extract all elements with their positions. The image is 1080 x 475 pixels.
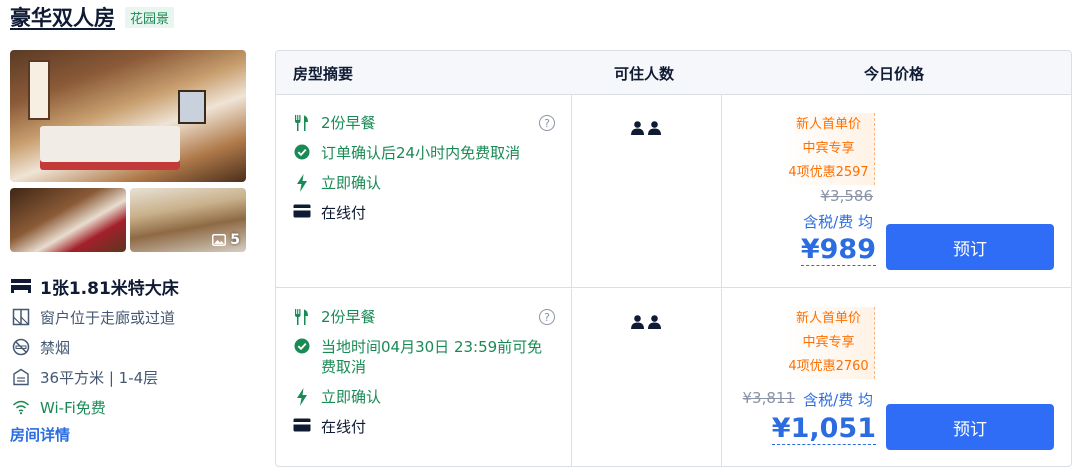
smoking-info: 禁烟	[10, 332, 250, 362]
table-row: 2份早餐 ? 订单确认后24小时内免费取消 立即确认 在线付 新人首单价 中宾专…	[276, 95, 1071, 288]
help-icon[interactable]: ?	[539, 309, 555, 325]
rate-summary: 2份早餐 ? 订单确认后24小时内免费取消 立即确认 在线付	[293, 113, 555, 233]
person-icon	[631, 315, 644, 329]
room-details-link[interactable]: 房间详情	[10, 424, 70, 445]
utensils-icon	[293, 113, 311, 132]
cancel-policy: 订单确认后24小时内免费取消	[293, 143, 555, 163]
bed-info: 1张1.81米特大床	[10, 270, 250, 302]
rate-table: 房型摘要 可住人数 今日价格 2份早餐 ? 订单确认后24小时内免费取消 立即确…	[275, 50, 1072, 467]
card-icon	[293, 203, 311, 218]
utensils-icon	[293, 307, 311, 326]
header-occupancy: 可住人数	[614, 65, 675, 83]
lightning-icon	[293, 173, 311, 192]
image-icon	[212, 234, 227, 246]
promo-discounts[interactable]: 4项优惠2597	[783, 161, 874, 185]
photo-gallery: 5	[10, 50, 246, 252]
promo-member: 中宾专享	[783, 137, 874, 161]
room-features: 1张1.81米特大床 窗户位于走廊或过道 禁烟 36平方米 | 1-4层 Wi-…	[10, 270, 250, 422]
original-price: ¥3,811	[742, 389, 796, 407]
lightning-icon	[293, 387, 311, 406]
person-icon	[648, 121, 661, 135]
wifi-icon	[10, 397, 32, 417]
tax-note: 含税/费 均	[803, 213, 873, 231]
payment-method: 在线付	[293, 203, 555, 223]
area-info: 36平方米 | 1-4层	[10, 362, 250, 392]
book-button[interactable]: 预订	[886, 404, 1054, 450]
check-circle-icon	[293, 337, 311, 354]
header-price: 今日价格	[864, 65, 925, 83]
window-info: 窗户位于走廊或过道	[10, 302, 250, 332]
room-photo-main[interactable]	[10, 50, 246, 182]
bed-icon	[10, 276, 32, 296]
breakfast-info: 2份早餐	[293, 307, 555, 327]
price-cell: 新人首单价 中宾专享 4项优惠2760 ¥3,811 含税/费 均 ¥1,051…	[721, 289, 1071, 466]
area-icon	[10, 367, 32, 387]
help-icon[interactable]: ?	[539, 115, 555, 131]
book-button[interactable]: 预订	[886, 224, 1054, 270]
promo-member: 中宾专享	[783, 331, 874, 355]
occupancy-indicator	[631, 315, 661, 329]
photo-count-badge: 5	[212, 232, 240, 248]
promo-badges: 新人首单价 中宾专享 4项优惠2597	[783, 113, 875, 185]
rate-summary: 2份早餐 ? 当地时间04月30日 23:59前可免费取消 立即确认 在线付	[293, 307, 555, 447]
promo-discounts[interactable]: 4项优惠2760	[783, 355, 874, 379]
room-photo-thumb[interactable]: 5	[130, 188, 246, 252]
payment-method: 在线付	[293, 417, 555, 437]
room-title[interactable]: 豪华双人房	[10, 2, 115, 32]
breakfast-info: 2份早餐	[293, 113, 555, 133]
table-header: 房型摘要 可住人数 今日价格	[276, 51, 1071, 95]
room-header: 豪华双人房 花园景	[10, 2, 175, 32]
table-row: 2份早餐 ? 当地时间04月30日 23:59前可免费取消 立即确认 在线付 新…	[276, 289, 1071, 466]
promo-badges: 新人首单价 中宾专享 4项优惠2760	[783, 307, 875, 379]
check-circle-icon	[293, 143, 311, 160]
instant-confirm: 立即确认	[293, 387, 555, 407]
original-price: ¥3,586	[820, 187, 874, 205]
room-photo-thumb[interactable]	[10, 188, 126, 252]
occupancy-indicator	[631, 121, 661, 135]
person-icon	[631, 121, 644, 135]
final-price[interactable]: ¥1,051	[771, 414, 876, 445]
person-icon	[648, 315, 661, 329]
instant-confirm: 立即确认	[293, 173, 555, 193]
view-tag: 花园景	[125, 6, 175, 28]
no-smoking-icon	[10, 337, 32, 357]
window-icon	[10, 307, 32, 327]
cancel-policy: 当地时间04月30日 23:59前可免费取消	[293, 337, 555, 377]
promo-new-user: 新人首单价	[783, 113, 874, 137]
wifi-info: Wi-Fi免费	[10, 392, 250, 422]
promo-new-user: 新人首单价	[783, 307, 874, 331]
header-summary: 房型摘要	[293, 65, 354, 83]
final-price[interactable]: ¥989	[800, 235, 876, 266]
price-cell: 新人首单价 中宾专享 4项优惠2597 ¥3,586 含税/费 均 ¥989 预…	[721, 95, 1071, 288]
tax-note: 含税/费 均	[803, 391, 873, 409]
card-icon	[293, 417, 311, 432]
